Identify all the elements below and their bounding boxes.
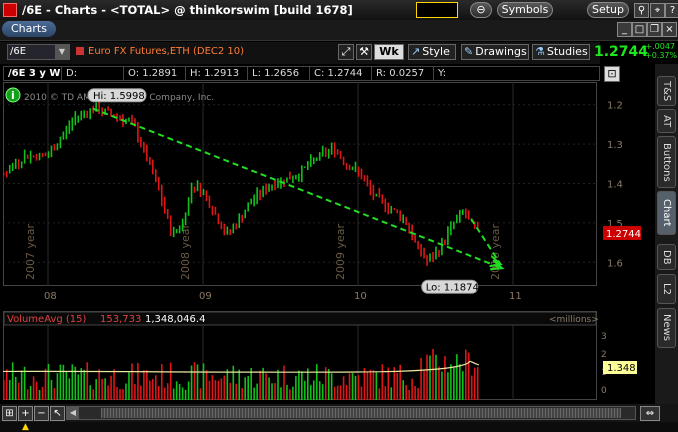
- link-color-field[interactable]: [416, 2, 458, 18]
- volume-tick-label: 2: [601, 350, 607, 360]
- year-label: 2009 year: [334, 223, 347, 280]
- year-label: 2010 year: [489, 223, 502, 280]
- studies-icon: ⚗: [535, 45, 545, 58]
- volume-units: <millions>: [549, 315, 599, 325]
- studies-button[interactable]: ⚗ Studies: [532, 44, 590, 60]
- title-bar: /6E - Charts - <TOTAL> @ thinkorswim [bu…: [0, 0, 678, 20]
- studies-label: Studies: [546, 45, 588, 58]
- help-icon[interactable]: ?: [665, 3, 678, 18]
- drawings-icon: ✎: [464, 45, 474, 58]
- pin-icon[interactable]: ⚲: [634, 3, 649, 18]
- price-badge-text: 1.2744: [606, 229, 641, 240]
- style-label: Style: [422, 45, 450, 58]
- volume-tick-label: 3: [601, 332, 607, 342]
- symbol-description: Euro FX Futures,ETH (DEC2 10): [88, 46, 245, 57]
- symbol-input[interactable]: /6E ▼: [7, 44, 70, 60]
- horizontal-scrollbar[interactable]: ◀: [66, 406, 636, 420]
- side-tab-db[interactable]: DB: [657, 244, 676, 270]
- restore-icon[interactable]: ❐: [647, 22, 662, 37]
- volume-badge-text: 1.348: [607, 363, 636, 374]
- side-tabs: T&S AT Buttons Chart DB L2 News: [655, 64, 678, 404]
- side-tab-news[interactable]: News: [657, 308, 676, 348]
- ohlc-high: H: 1.2913: [186, 67, 248, 80]
- volume-header: [3, 311, 597, 326]
- x-tick-label: 11: [509, 291, 522, 302]
- year-label: 2007 year: [24, 223, 37, 280]
- ohlc-range: R: 0.0257: [372, 67, 434, 80]
- zoom-out-icon[interactable]: −: [34, 406, 49, 421]
- close-icon[interactable]: ×: [662, 22, 677, 37]
- side-tab-buttons[interactable]: Buttons: [657, 136, 676, 188]
- ohlc-open: O: 1.2891: [124, 67, 186, 80]
- minimize-icon[interactable]: _: [617, 22, 632, 37]
- y-tick-label: 1.4: [607, 180, 623, 191]
- aggregation-label: /6E 3 y W: [4, 67, 62, 80]
- hi-label: Hi: 1.5998: [93, 91, 145, 102]
- drawings-label: Drawings: [475, 45, 527, 58]
- tab-charts[interactable]: Charts: [2, 21, 56, 37]
- price-change-pct: +0.37%: [645, 51, 678, 60]
- crosshair-icon[interactable]: ⤢: [338, 44, 354, 60]
- style-button[interactable]: ↗ Style: [408, 44, 456, 60]
- y-tick-label: 1.6: [607, 258, 623, 269]
- lo-label: Lo: 1.1874: [426, 282, 479, 293]
- y-tick-label: 1.2: [607, 101, 623, 112]
- bottom-strip: ▲: [0, 422, 678, 432]
- grid-icon[interactable]: ⊞: [2, 406, 17, 421]
- price-change: +.0047: [645, 42, 675, 51]
- aggregation-button[interactable]: Wk: [374, 44, 404, 60]
- y-tick-label: 1.3: [607, 140, 623, 151]
- app-icon: [3, 3, 17, 17]
- setup-button[interactable]: Setup: [587, 2, 629, 18]
- side-tab-l2[interactable]: L2: [657, 274, 676, 304]
- tabs-row: [0, 20, 678, 41]
- collapse-icon[interactable]: ▲: [22, 422, 42, 432]
- side-tab-chart[interactable]: Chart: [657, 191, 676, 235]
- ohlc-bar: /6E 3 y W D: 06.09.10 O: 1.2891 H: 1.291…: [3, 66, 600, 92]
- style-icon: ↗: [411, 45, 421, 58]
- price-chart[interactable]: 1.61.51.41.31.2080910113210 2007 year200…: [3, 82, 655, 404]
- cursor-icon[interactable]: ↖: [50, 406, 65, 421]
- scroll-thumb[interactable]: [101, 408, 621, 418]
- link-icon[interactable]: ⊖: [470, 2, 492, 18]
- maximize-icon[interactable]: □: [632, 22, 647, 37]
- chart-mode-icon[interactable]: ⊡: [604, 66, 620, 82]
- zoom-in-icon[interactable]: +: [18, 406, 33, 421]
- side-tab-at[interactable]: AT: [657, 109, 676, 133]
- x-tick-label: 09: [199, 291, 212, 302]
- expand-icon[interactable]: ⇔: [640, 406, 660, 421]
- chevron-down-icon[interactable]: ▼: [55, 45, 69, 59]
- info-icon-glyph: i: [11, 89, 15, 102]
- volume-value: 153,733: [100, 314, 141, 325]
- ohlc-date: D: 06.09.10: [62, 67, 124, 92]
- year-label: 2008 year: [179, 223, 192, 280]
- scroll-left-icon[interactable]: ◀: [67, 407, 79, 419]
- tools-icon[interactable]: ⌖: [650, 3, 665, 18]
- scroll-row: ⊞ + − ↖ ◀ ⇔: [0, 404, 678, 422]
- symbol-value: /6E: [10, 46, 27, 57]
- symbols-button[interactable]: Symbols: [497, 2, 553, 18]
- volume-label: VolumeAvg (15): [7, 314, 87, 325]
- window-title: /6E - Charts - <TOTAL> @ thinkorswim [bu…: [22, 3, 353, 17]
- x-tick-label: 08: [44, 291, 57, 302]
- ohlc-y: Y:: [438, 68, 447, 79]
- wrench-icon[interactable]: ⚒: [356, 44, 372, 60]
- side-tab-ts[interactable]: T&S: [657, 76, 676, 106]
- volume-avg: 1,348,046.4: [145, 314, 205, 325]
- ohlc-close: C: 1.2744: [310, 67, 372, 80]
- volume-tick-label: 0: [601, 386, 607, 396]
- flag-icon: [76, 47, 84, 55]
- ohlc-low: L: 1.2656: [248, 67, 310, 80]
- x-tick-label: 10: [354, 291, 367, 302]
- last-price: 1.2744: [594, 44, 649, 60]
- drawings-button[interactable]: ✎ Drawings: [461, 44, 529, 60]
